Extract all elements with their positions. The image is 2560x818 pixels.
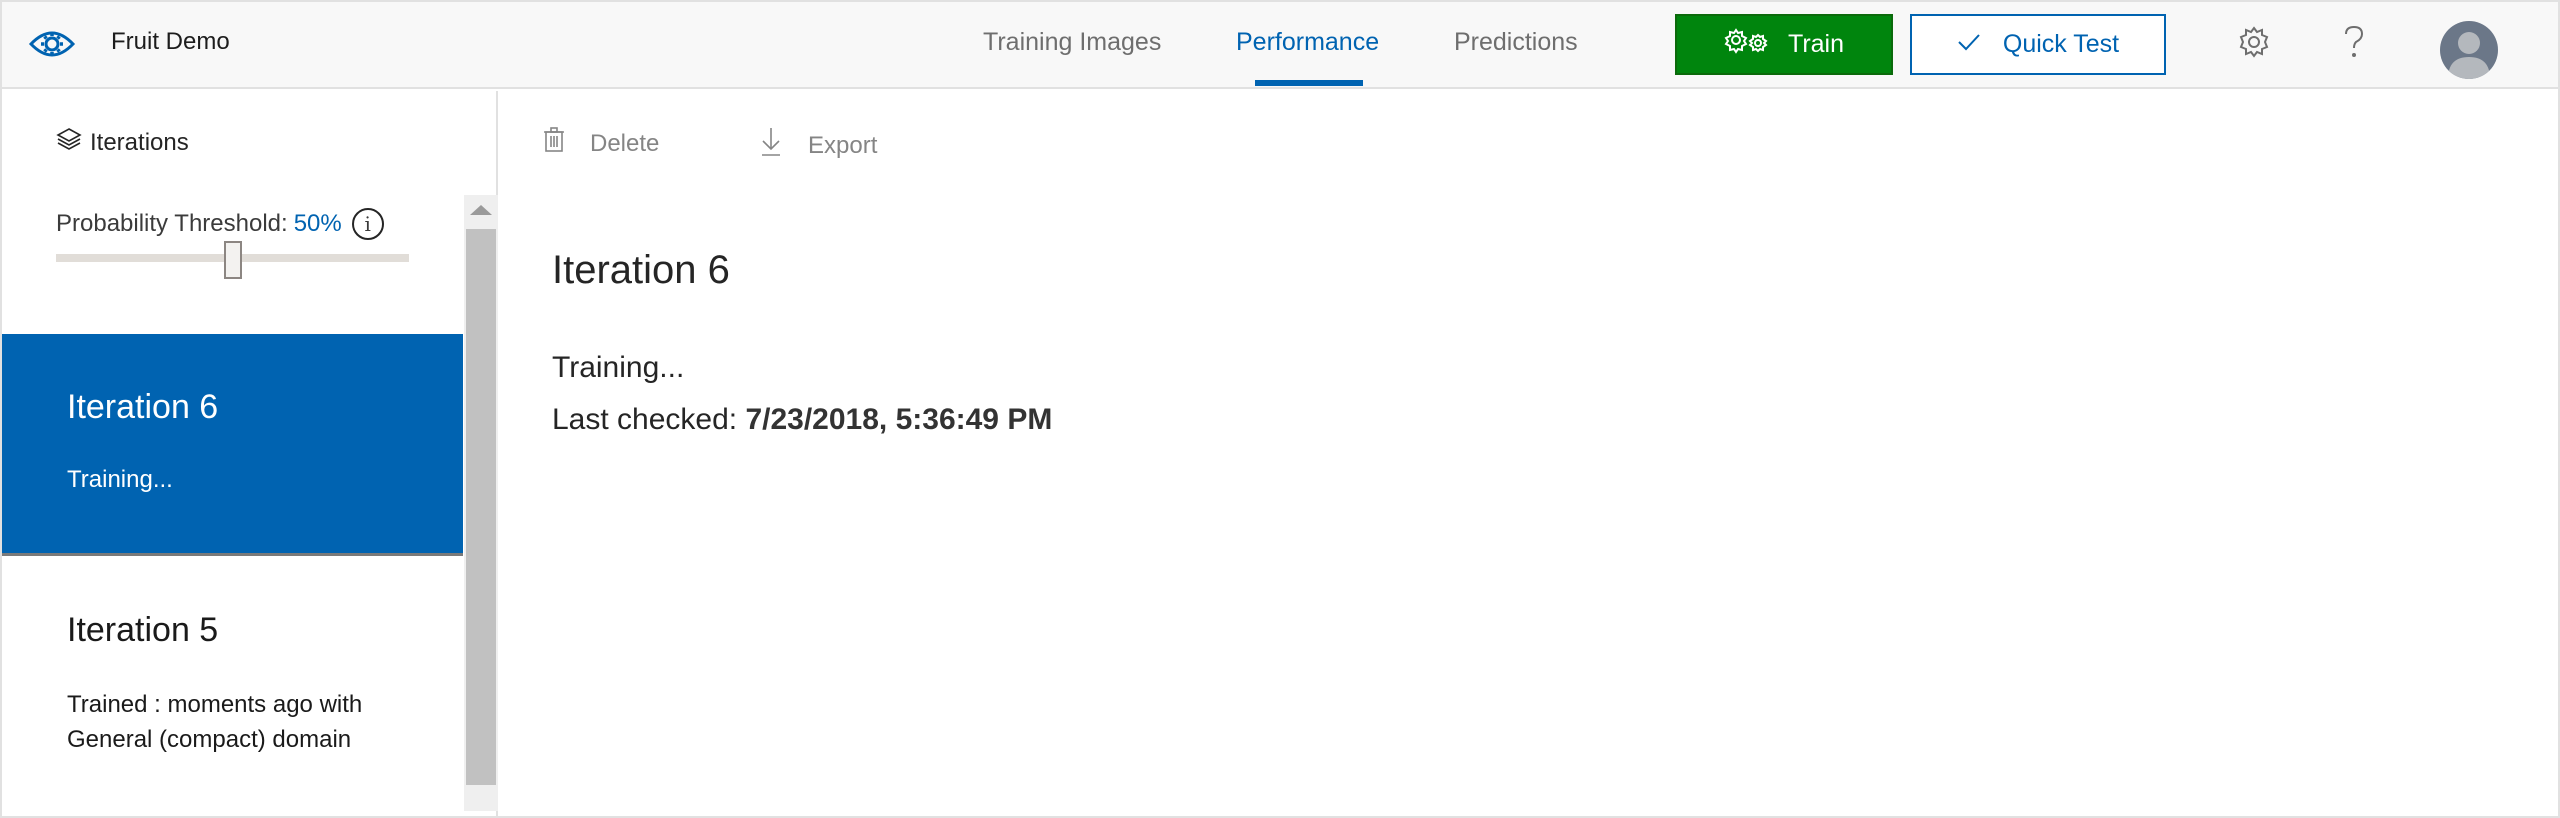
user-avatar-icon <box>2440 32 2498 79</box>
iteration-status: Training... <box>67 466 173 493</box>
info-icon[interactable]: i <box>351 208 384 240</box>
threshold-slider[interactable] <box>56 241 409 279</box>
quick-test-button[interactable]: Quick Test <box>1910 14 2166 75</box>
app-window: Fruit Demo Training Images Performance P… <box>0 0 2560 818</box>
threshold-label: Probability Threshold: <box>56 210 288 237</box>
trash-icon <box>544 127 564 160</box>
iterations-sidebar: Iterations Probability Threshold: 50% i … <box>2 91 498 816</box>
scroll-up-arrow-icon[interactable] <box>470 205 492 215</box>
sidebar-scrollbar[interactable] <box>464 195 498 811</box>
train-button[interactable]: Train <box>1675 14 1893 75</box>
probability-threshold: Probability Threshold: 50% i <box>56 208 384 240</box>
iteration-status: Trained : moments ago with General (comp… <box>67 691 363 753</box>
iteration-heading: Iteration 6 <box>552 248 730 292</box>
iterations-header: Iterations <box>56 127 189 158</box>
gear-icon <box>2238 25 2270 63</box>
last-checked-value: 7/23/2018, 5:36:49 PM <box>745 403 1053 436</box>
iterations-header-label: Iterations <box>90 128 189 156</box>
tab-training-images[interactable]: Training Images <box>983 28 1161 57</box>
train-button-label: Train <box>1787 30 1845 58</box>
top-bar: Fruit Demo Training Images Performance P… <box>2 2 2558 89</box>
export-button[interactable]: Export <box>760 127 877 164</box>
delete-label: Delete <box>590 129 660 157</box>
slider-thumb[interactable] <box>223 241 242 279</box>
main-content: Delete Export Iteration 6 Training... La… <box>500 91 2558 816</box>
tab-performance[interactable]: Performance <box>1236 28 1379 57</box>
download-icon <box>760 127 782 164</box>
app-title: Fruit Demo <box>111 28 230 55</box>
last-checked: Last checked: 7/23/2018, 5:36:49 PM <box>552 403 1052 437</box>
training-status: Training... <box>552 351 685 384</box>
eye-gear-icon[interactable] <box>28 24 76 64</box>
checkmark-icon <box>1957 30 1981 59</box>
delete-button[interactable]: Delete <box>544 127 659 160</box>
tab-predictions[interactable]: Predictions <box>1454 28 1578 57</box>
threshold-value: 50% <box>293 210 342 237</box>
quick-test-label: Quick Test <box>2002 30 2120 58</box>
iteration-item-5[interactable]: Iteration 5 Trained : moments ago with G… <box>2 557 463 812</box>
user-avatar[interactable] <box>2440 21 2498 79</box>
last-checked-label: Last checked: <box>552 403 746 436</box>
active-tab-indicator <box>1255 80 1363 86</box>
layers-icon <box>56 127 82 158</box>
iteration-item-6[interactable]: Iteration 6 Training... <box>2 334 463 556</box>
scroll-thumb[interactable] <box>466 229 496 785</box>
export-label: Export <box>808 131 878 159</box>
iteration-title: Iteration 6 <box>67 388 219 426</box>
iteration-title: Iteration 5 <box>67 611 219 649</box>
gears-icon <box>1724 28 1770 61</box>
help-button[interactable] <box>2334 24 2374 64</box>
settings-button[interactable] <box>2234 24 2274 64</box>
question-icon <box>2342 24 2366 65</box>
